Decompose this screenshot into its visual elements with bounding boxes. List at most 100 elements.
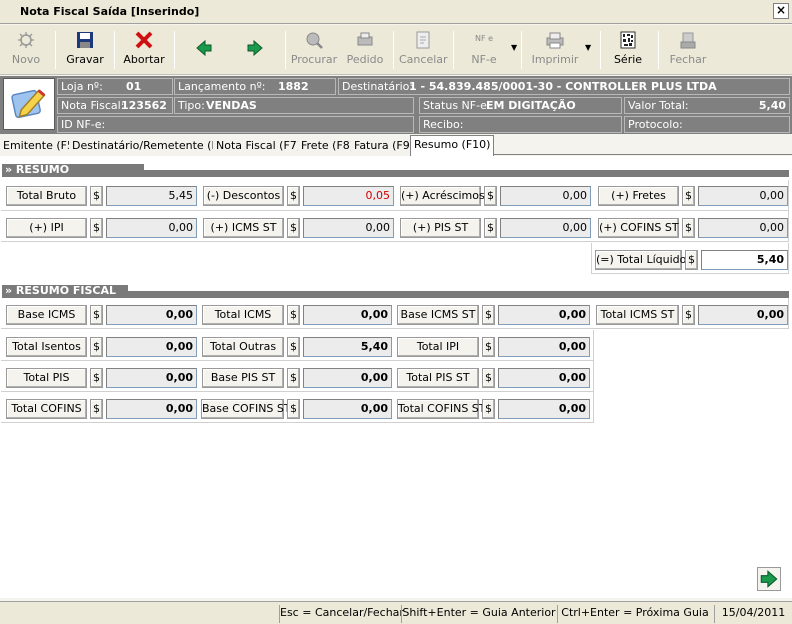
next-record-button[interactable] [241, 28, 269, 72]
previous-record-button[interactable] [190, 28, 218, 72]
status-nfe-label: Status NF-e: [423, 99, 491, 112]
currency-symbol: $ [682, 305, 695, 325]
total-outras-value: 5,40 [303, 337, 392, 357]
gravar-button[interactable]: Gravar [63, 28, 107, 72]
total-icms-label: Total ICMS [202, 305, 284, 325]
nota-fiscal-value: 123562 [121, 99, 167, 112]
destinatario-field: Destinatário: 1 - 54.839.485/0001-30 - C… [338, 78, 790, 95]
ipi-label: (+) IPI [6, 218, 87, 238]
currency-symbol: $ [482, 399, 495, 419]
nfe-label: NF-e [471, 53, 497, 66]
section-rule [144, 170, 789, 177]
pedido-button[interactable]: Pedido [344, 28, 386, 72]
loja-label: Loja nº: [61, 80, 103, 93]
window-title: Nota Fiscal Saída [Inserindo] [20, 5, 200, 18]
currency-symbol: $ [482, 368, 495, 388]
lancamento-value: 1882 [278, 80, 309, 93]
currency-symbol: $ [482, 305, 495, 325]
descontos-value: 0,05 [303, 186, 394, 206]
nfe-dropdown-arrow-icon[interactable]: ▼ [511, 43, 517, 52]
acrescimos-value: 0,00 [500, 186, 591, 206]
recibo-label: Recibo: [423, 118, 464, 131]
pedido-label: Pedido [346, 53, 384, 66]
tab-destinatario-remetente[interactable]: Destinatário/Remetente (F6) [69, 137, 234, 155]
descontos-label: (-) Descontos [203, 186, 284, 206]
toolbar: Novo Gravar Abortar Procurar Pedido Canc… [0, 25, 792, 75]
close-window-button[interactable]: × [773, 3, 789, 19]
pis-st-label: (+) PIS ST [400, 218, 481, 238]
currency-symbol: $ [90, 218, 103, 238]
valor-total-field: Valor Total: 5,40 [624, 97, 790, 114]
next-tab-button[interactable] [757, 567, 781, 591]
toolbar-separator [285, 31, 286, 69]
status-date: 15/04/2011 [714, 605, 792, 623]
total-cofins-st-label: Total COFINS ST [397, 399, 486, 419]
procurar-label: Procurar [290, 53, 338, 66]
tab-resumo[interactable]: Resumo (F10) [410, 135, 495, 156]
base-icms-value: 0,00 [106, 305, 197, 325]
fretes-value: 0,00 [698, 186, 788, 206]
destinatario-value: 1 - 54.839.485/0001-30 - CONTROLLER PLUS… [409, 80, 717, 93]
nfe-button[interactable]: NF e NF-e [463, 28, 505, 72]
icms-st-value: 0,00 [303, 218, 394, 238]
imprimir-label: Imprimir [531, 53, 579, 66]
procurar-button[interactable]: Procurar [290, 28, 338, 72]
lancamento-field: Lançamento nº: 1882 [174, 78, 336, 95]
total-icms-st-value: 0,00 [698, 305, 788, 325]
abortar-button[interactable]: Abortar [120, 28, 168, 72]
cancelar-button[interactable]: Cancelar [399, 28, 448, 72]
valor-total-value: 5,40 [758, 99, 786, 112]
novo-button[interactable]: Novo [6, 28, 46, 72]
total-pis-st-label: Total PIS ST [397, 368, 479, 388]
loja-value: 01 [126, 80, 142, 93]
total-icms-st-label: Total ICMS ST [596, 305, 679, 325]
close-door-icon [680, 32, 696, 49]
cancelar-label: Cancelar [399, 53, 448, 66]
total-pis-st-value: 0,00 [498, 368, 590, 388]
imprimir-dropdown-arrow-icon[interactable]: ▼ [585, 43, 591, 52]
base-pis-st-value: 0,00 [303, 368, 392, 388]
icms-st-label: (+) ICMS ST [203, 218, 284, 238]
arrow-left-icon [196, 39, 212, 57]
novo-label: Novo [11, 53, 41, 66]
cofins-st-label: (+) COFINS ST [598, 218, 679, 238]
total-isentos-label: Total Isentos [6, 337, 87, 357]
tab-fatura[interactable]: Fatura (F9) [351, 137, 419, 155]
total-cofins-label: Total COFINS [6, 399, 87, 419]
valor-total-label: Valor Total: [628, 99, 689, 112]
status-nfe-field: Status NF-e: EM DIGITAÇÃO [419, 97, 622, 114]
printer-icon [546, 32, 564, 49]
id-nfe-label: ID NF-e: [61, 118, 106, 131]
currency-symbol: $ [90, 368, 103, 388]
imprimir-button[interactable]: Imprimir [531, 28, 579, 72]
id-nfe-field: ID NF-e: [57, 116, 414, 133]
fechar-button[interactable]: Fechar [666, 28, 710, 72]
fechar-label: Fechar [669, 53, 707, 66]
acrescimos-label: (+) Acréscimos [400, 186, 485, 206]
tipo-value: VENDAS [206, 99, 257, 112]
shortcut-shift-enter: Shift+Enter = Guia Anterior [401, 605, 556, 623]
toolbar-separator [55, 31, 56, 69]
currency-symbol: $ [685, 250, 698, 270]
protocolo-label: Protocolo: [628, 118, 683, 131]
total-ipi-value: 0,00 [498, 337, 590, 357]
toolbar-separator [393, 31, 394, 69]
total-liquido-value: 5,40 [701, 250, 788, 270]
tab-nota-fiscal[interactable]: Nota Fiscal (F7) [213, 137, 306, 155]
arrow-right-icon [760, 570, 778, 588]
toolbar-separator [114, 31, 115, 69]
tab-strip: Emitente (F5) Destinatário/Remetente (F6… [0, 135, 792, 156]
currency-symbol: $ [484, 186, 497, 206]
barcode-icon [620, 31, 636, 49]
currency-symbol: $ [287, 399, 300, 419]
toolbar-separator [453, 31, 454, 69]
toolbar-separator [600, 31, 601, 69]
serie-button[interactable]: Série [609, 28, 647, 72]
currency-symbol: $ [287, 368, 300, 388]
total-cofins-value: 0,00 [106, 399, 197, 419]
tab-frete[interactable]: Frete (F8) [298, 137, 359, 155]
status-nfe-value: EM DIGITAÇÃO [486, 99, 576, 112]
protocolo-field: Protocolo: [624, 116, 790, 133]
base-icms-st-label: Base ICMS ST [397, 305, 479, 325]
currency-symbol: $ [287, 305, 300, 325]
